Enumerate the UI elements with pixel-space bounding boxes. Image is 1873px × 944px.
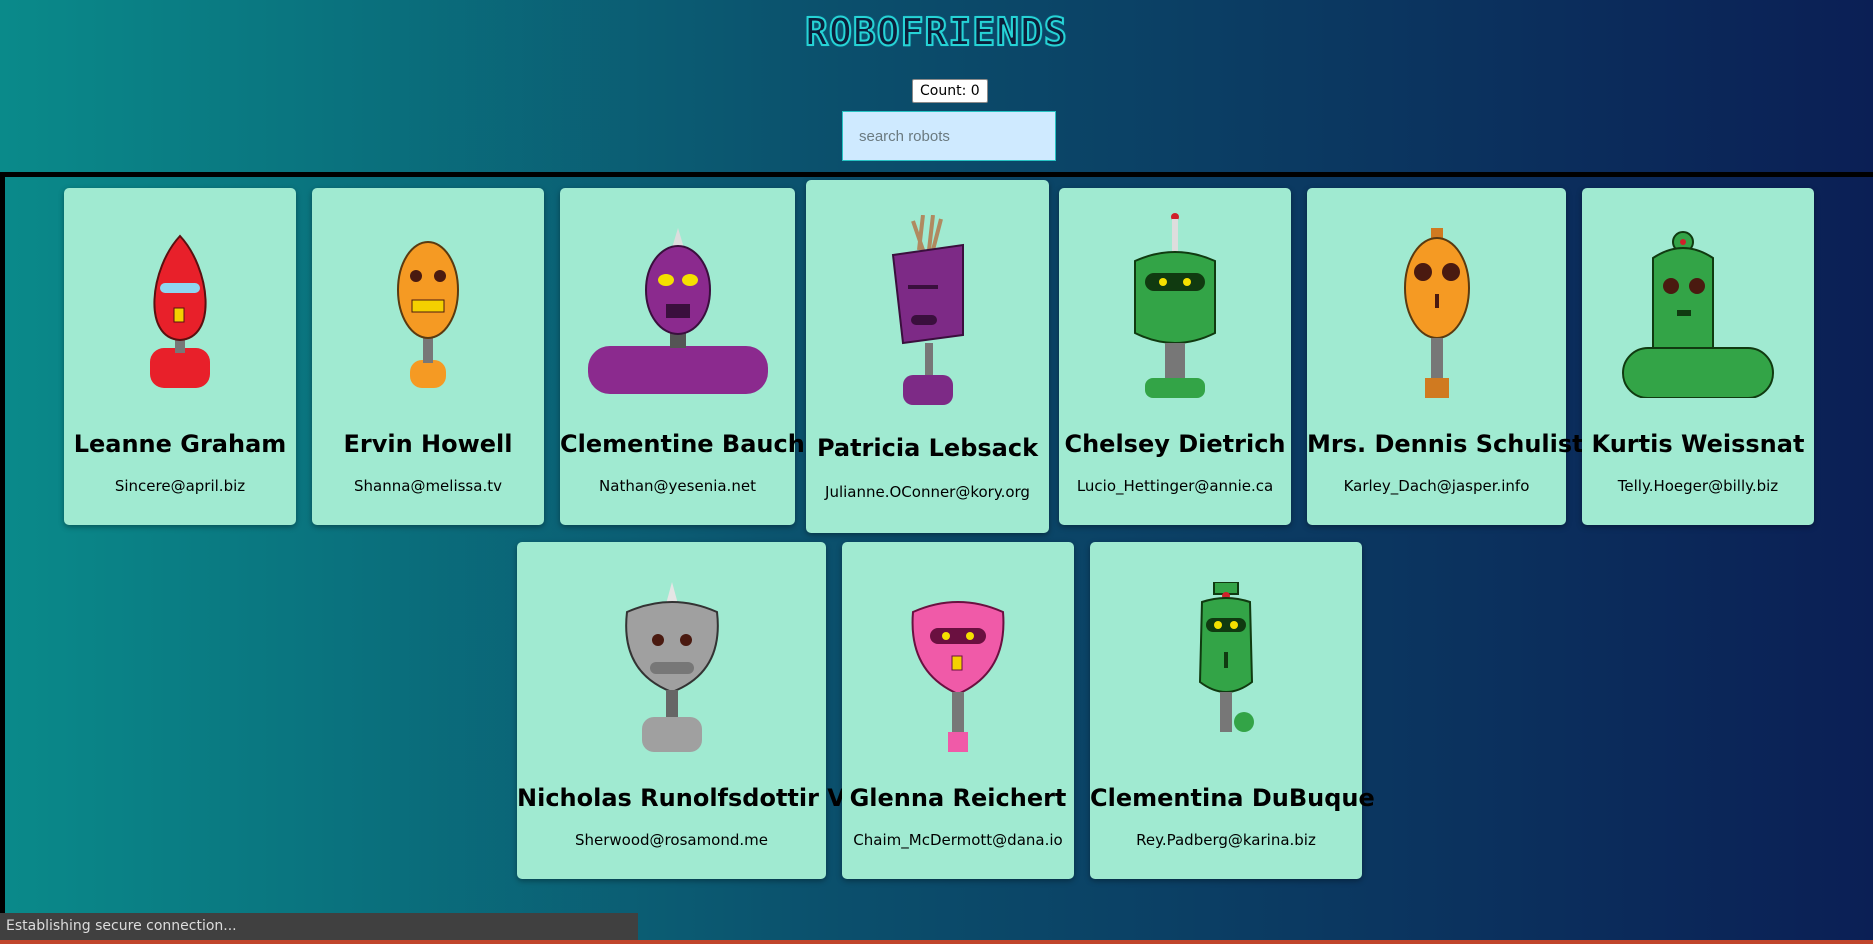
robot-card[interactable]: Glenna Reichert Chaim_McDermott@dana.io [842, 542, 1074, 879]
robot-card[interactable]: Chelsey Dietrich Lucio_Hettinger@annie.c… [1059, 188, 1291, 525]
robot-name: Ervin Howell [343, 430, 513, 458]
robot-avatar-icon [150, 234, 210, 388]
robot-avatar-icon [1403, 228, 1470, 398]
robot-avatar-icon [911, 601, 1005, 752]
robot-avatar-icon [587, 228, 768, 394]
robot-card[interactable]: Clementine Bauch Nathan@yesenia.net [560, 188, 805, 525]
robot-card[interactable]: Ervin Howell Shanna@melissa.tv [312, 188, 544, 525]
robot-name: Patricia Lebsack [816, 434, 1039, 462]
robot-email: Rey.Padberg@karina.biz [1136, 831, 1316, 849]
robot-avatar-icon [1134, 213, 1216, 398]
robot-email: Nathan@yesenia.net [599, 477, 756, 495]
robot-name: Glenna Reichert [849, 784, 1067, 812]
robot-name: Mrs. Dennis Schulist [1307, 430, 1584, 458]
robot-avatar-icon [397, 241, 459, 388]
robot-card[interactable]: Clementina DuBuque Rey.Padberg@karina.bi… [1090, 542, 1375, 879]
robot-avatar-icon [1198, 582, 1254, 732]
robot-email: Chaim_McDermott@dana.io [853, 831, 1063, 849]
taskbar-strip [0, 940, 1873, 944]
robot-card[interactable]: Leanne Graham Sincere@april.biz [64, 188, 296, 525]
header: ROBOFRIENDS Count: 0 [0, 0, 1873, 172]
robot-card[interactable]: Patricia Lebsack Julianne.OConner@kory.o… [806, 180, 1049, 533]
card-list: Leanne Graham Sincere@april.biz Ervin Ho… [0, 172, 1873, 944]
robot-card[interactable]: Kurtis Weissnat Telly.Hoeger@billy.biz [1582, 188, 1814, 525]
app-title: ROBOFRIENDS [804, 9, 1068, 55]
robot-card[interactable]: Nicholas Runolfsdottir V Sherwood@rosamo… [517, 542, 846, 879]
robot-name: Nicholas Runolfsdottir V [517, 784, 846, 812]
count-button[interactable]: Count: 0 [912, 79, 988, 103]
robot-email: Shanna@melissa.tv [354, 477, 502, 495]
robot-name: Clementina DuBuque [1090, 784, 1375, 812]
robot-name: Kurtis Weissnat [1591, 430, 1805, 458]
robot-name: Clementine Bauch [560, 430, 805, 458]
robot-avatar-icon [624, 582, 719, 752]
robot-avatar-icon [1622, 231, 1774, 398]
robot-email: Sherwood@rosamond.me [574, 831, 768, 849]
robot-card[interactable]: Mrs. Dennis Schulist Karley_Dach@jasper.… [1307, 188, 1584, 525]
robot-email: Sincere@april.biz [114, 477, 246, 495]
search-input[interactable] [842, 111, 1056, 161]
robot-avatar-icon [891, 215, 964, 405]
robot-email: Telly.Hoeger@billy.biz [1617, 477, 1779, 495]
robot-email: Julianne.OConner@kory.org [825, 483, 1030, 501]
robot-name: Chelsey Dietrich [1064, 430, 1286, 458]
robot-name: Leanne Graham [73, 430, 287, 458]
robot-email: Karley_Dach@jasper.info [1343, 477, 1530, 495]
robot-email: Lucio_Hettinger@annie.ca [1076, 477, 1274, 495]
